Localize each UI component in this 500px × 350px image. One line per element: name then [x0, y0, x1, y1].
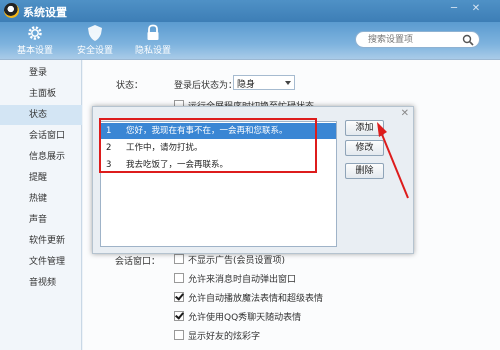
qq-logo-icon — [4, 3, 19, 18]
tab-privacy-settings[interactable]: 隐私设置 — [122, 24, 184, 56]
tab-basic-settings[interactable]: 基本设置 — [4, 24, 66, 56]
gear-icon — [28, 26, 42, 40]
close-icon[interactable]: ✕ — [468, 3, 484, 17]
sidebar-item-audio-video[interactable]: 音视频 — [0, 273, 82, 293]
chevron-down-icon — [285, 81, 291, 85]
search-input[interactable] — [368, 32, 466, 47]
sidebar-item-status[interactable]: 状态 — [0, 105, 82, 125]
window-title: 系统设置 — [23, 6, 67, 19]
sidebar-item-hotkeys[interactable]: 热键 — [0, 189, 82, 209]
tab-privacy-settings-label: 隐私设置 — [134, 46, 171, 56]
add-button[interactable]: 添加 — [345, 120, 384, 136]
tab-security-settings-label: 安全设置 — [76, 46, 113, 56]
sidebar-item-file-management[interactable]: 文件管理 — [0, 252, 82, 272]
status-section-label: 状态： — [116, 81, 144, 91]
qq-show-emoticon-label: 允许使用QQ秀聊天随动表情 — [188, 313, 302, 323]
session-section-label: 会话窗口： — [115, 257, 161, 267]
auto-popup-checkbox[interactable] — [174, 273, 184, 283]
sidebar-item-info-display[interactable]: 信息展示 — [0, 147, 82, 167]
tab-basic-settings-label: 基本设置 — [16, 46, 53, 56]
sidebar-item-session-window[interactable]: 会话窗口 — [0, 126, 82, 146]
close-icon[interactable]: ✕ — [401, 108, 409, 119]
messages-highlight-box — [99, 118, 317, 173]
search-icon[interactable] — [462, 34, 474, 46]
after-login-status-label: 登录后状态为： — [174, 81, 238, 91]
auto-popup-label: 允许来消息时自动弹出窗口 — [188, 275, 297, 285]
sidebar-item-reminder[interactable]: 提醒 — [0, 168, 82, 188]
auto-reply-dialog: ✕ 1 您好，我现在有事不在，一会再和您联系。 2 工作中，请勿打扰。 3 我去… — [92, 106, 414, 254]
after-login-status-value: 隐身 — [237, 80, 256, 90]
no-ads-label: 不显示广告(会员设置项) — [188, 256, 286, 266]
sidebar-item-sound[interactable]: 声音 — [0, 210, 82, 230]
magic-emoticon-label: 允许自动播放魔法表情和超级表情 — [188, 294, 324, 304]
sidebar-item-login[interactable]: 登录 — [0, 63, 82, 83]
settings-search[interactable] — [355, 31, 480, 48]
no-ads-checkbox[interactable] — [174, 254, 184, 264]
settings-toolbar: 基本设置 安全设置 隐私设置 — [0, 22, 500, 60]
qq-show-emoticon-checkbox[interactable] — [174, 311, 184, 321]
sidebar-item-main-panel[interactable]: 主面板 — [0, 84, 82, 104]
tab-security-settings[interactable]: 安全设置 — [64, 24, 126, 56]
edit-button[interactable]: 修改 — [345, 140, 384, 156]
delete-button[interactable]: 删除 — [345, 163, 384, 179]
colorful-text-checkbox[interactable] — [174, 330, 184, 340]
minimize-icon[interactable]: ─ — [446, 3, 462, 17]
colorful-text-label: 显示好友的炫彩字 — [188, 332, 261, 342]
settings-sidebar: 登录 主面板 状态 会话窗口 信息展示 提醒 热键 声音 软件更新 文件管理 音… — [0, 60, 82, 350]
magic-emoticon-checkbox[interactable] — [174, 292, 184, 302]
title-bar: 系统设置 ─ ✕ — [0, 0, 500, 22]
lock-icon — [147, 24, 159, 40]
sidebar-item-software-update[interactable]: 软件更新 — [0, 231, 82, 251]
after-login-status-select[interactable]: 隐身 — [233, 75, 295, 90]
shield-icon — [88, 25, 102, 41]
